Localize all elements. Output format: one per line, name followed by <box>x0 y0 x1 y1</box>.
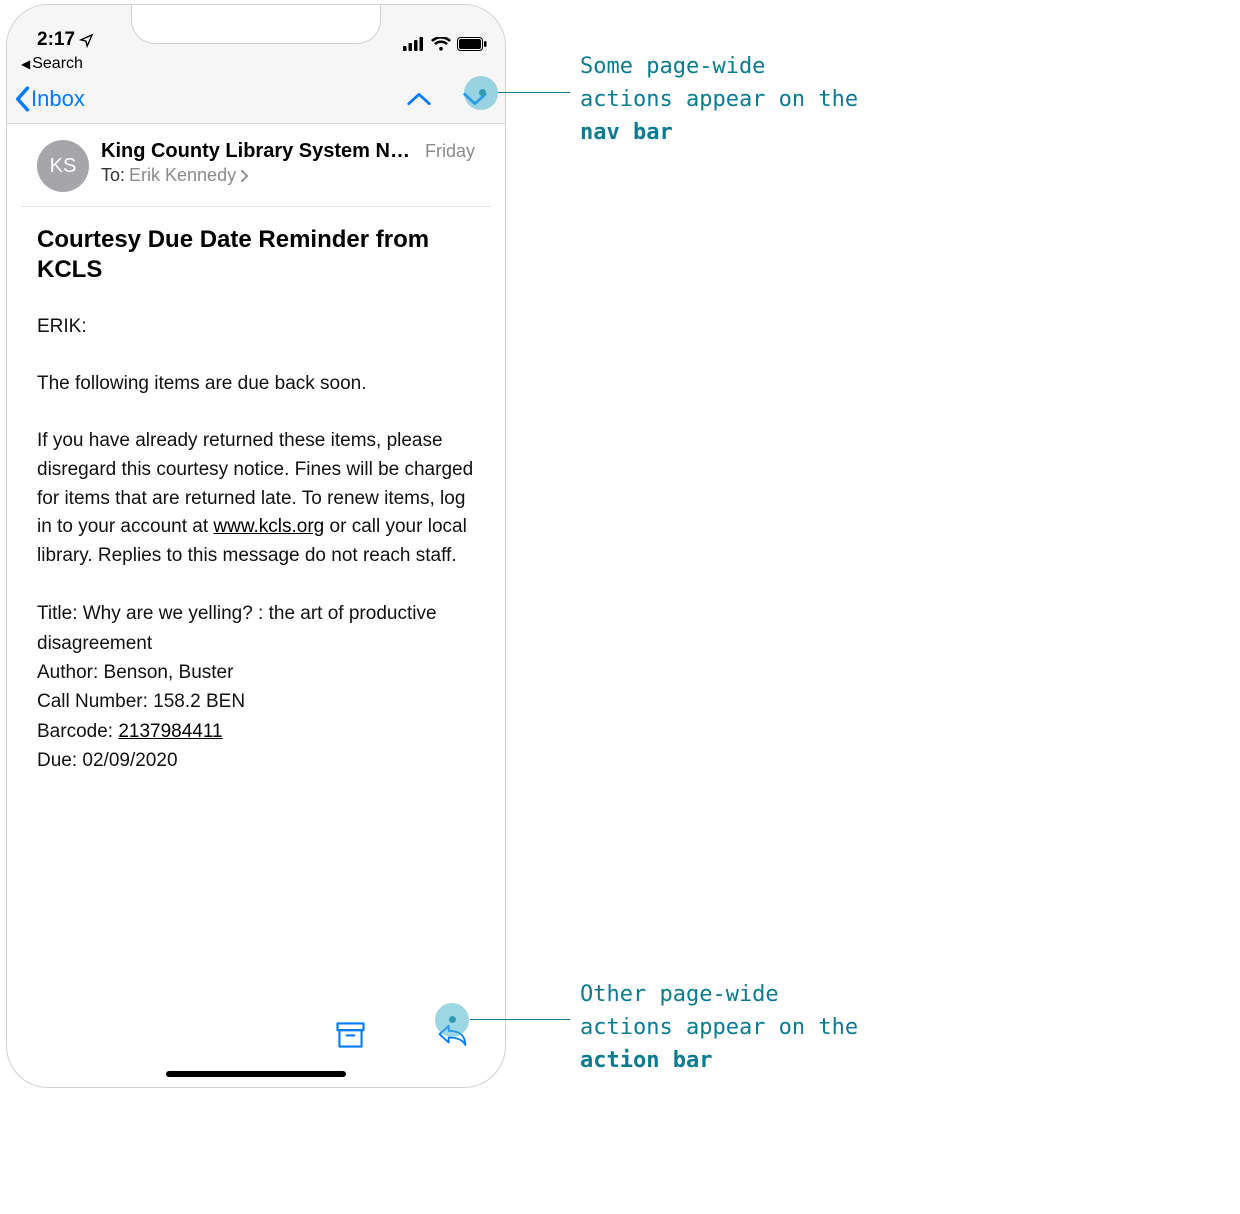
top-connector-line <box>498 92 570 93</box>
chevron-left-icon <box>13 86 31 112</box>
chevron-up-icon <box>406 91 432 107</box>
recipients-row[interactable]: To: Erik Kennedy <box>101 165 475 186</box>
avatar[interactable]: KS <box>37 140 89 192</box>
breadcrumb[interactable]: ◀Search <box>7 55 505 77</box>
previous-email-button[interactable] <box>405 85 433 113</box>
archive-icon <box>336 1022 365 1048</box>
notch <box>131 4 381 44</box>
battery-icon <box>457 37 487 51</box>
chevron-right-icon <box>240 169 249 183</box>
item-title: Title: Why are we yelling? : the art of … <box>37 599 475 658</box>
back-button[interactable]: Inbox <box>13 86 85 112</box>
item-call: Call Number: 158.2 BEN <box>37 687 475 716</box>
nav-bar: Inbox <box>7 77 505 124</box>
nav-highlight-dot <box>464 76 498 110</box>
avatar-initials: KS <box>50 155 77 178</box>
cellular-icon <box>403 37 425 51</box>
body-p1: The following items are due back soon. <box>37 370 475 399</box>
archive-button[interactable] <box>335 1020 365 1050</box>
kcls-link[interactable]: www.kcls.org <box>213 516 324 537</box>
bottom-connector-line <box>470 1019 570 1020</box>
annotation-top: Some page-wide actions appear on the nav… <box>580 50 1000 149</box>
sender-name[interactable]: King County Library System Noti… <box>101 140 417 163</box>
location-icon <box>79 33 94 48</box>
item-due: Due: 02/09/2020 <box>37 746 475 775</box>
annotation-bottom: Other page-wide actions appear on the ac… <box>580 978 1000 1077</box>
barcode-link[interactable]: 2137984411 <box>118 721 222 742</box>
body-p2: If you have already returned these items… <box>37 427 475 571</box>
item-author: Author: Benson, Buster <box>37 658 475 687</box>
to-label: To: <box>101 165 125 186</box>
item-barcode: Barcode: 2137984411 <box>37 717 475 746</box>
email-date: Friday <box>425 141 475 162</box>
wifi-icon <box>431 37 451 51</box>
greeting: ERIK: <box>37 313 475 342</box>
toolbar-highlight-dot <box>435 1003 469 1037</box>
back-label: Inbox <box>31 86 85 112</box>
status-time: 2:17 <box>37 29 75 51</box>
email-header: KS King County Library System Noti… Frid… <box>21 124 491 207</box>
email-subject: Courtesy Due Date Reminder from KCLS <box>7 207 505 285</box>
toolbar <box>7 1005 505 1063</box>
phone-frame: 2:17 ◀Search Inbox KS King Co <box>6 4 506 1088</box>
back-triangle-icon: ◀ <box>21 57 30 71</box>
to-name: Erik Kennedy <box>129 165 236 186</box>
email-body: ERIK: The following items are due back s… <box>7 285 505 776</box>
breadcrumb-label: Search <box>32 55 83 72</box>
home-indicator[interactable] <box>166 1071 346 1077</box>
